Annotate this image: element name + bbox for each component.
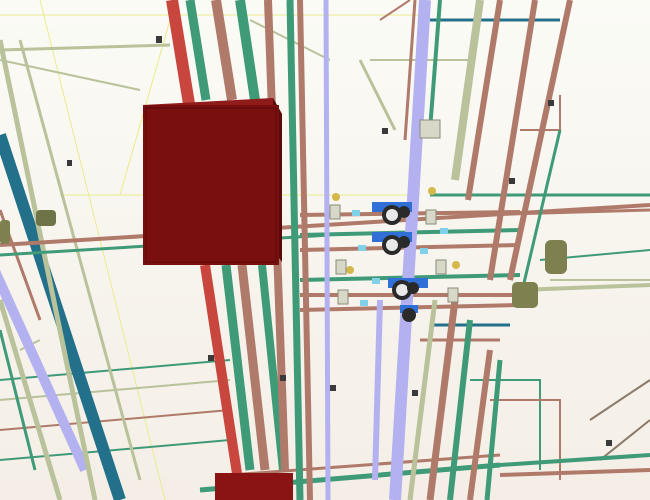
- piping-3d-scene[interactable]: [0, 0, 650, 500]
- equipment-box-lower[interactable]: [215, 473, 293, 500]
- 3d-model-viewport[interactable]: [0, 0, 650, 500]
- equipment-box[interactable]: [143, 98, 282, 265]
